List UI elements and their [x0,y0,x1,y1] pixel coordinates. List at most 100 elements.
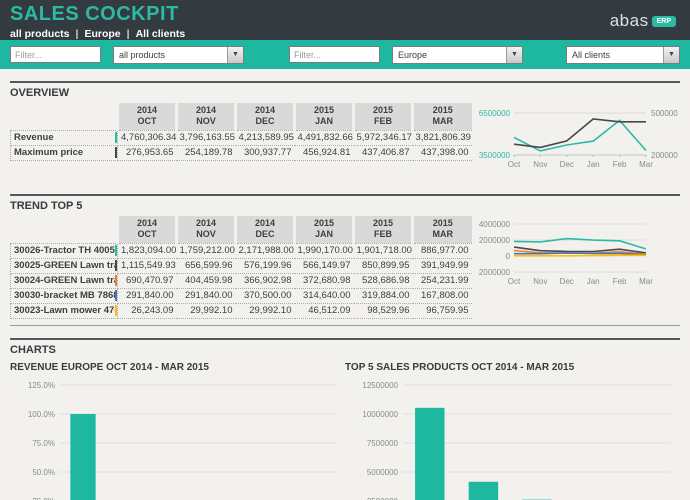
svg-text:Jan: Jan [586,277,599,286]
trend-section-title: TREND TOP 5 [10,200,680,212]
region-select[interactable]: Europe ▼ [392,46,523,64]
breadcrumb-separator: | [76,28,79,40]
svg-text:50.0%: 50.0% [32,468,55,477]
svg-text:-2000000: -2000000 [478,268,511,277]
svg-text:200000: 200000 [651,151,678,160]
top5-products-bar-chart: 1250000010000000750000050000002500000030… [345,375,680,500]
series-color-marker [115,275,118,286]
series-color-marker [115,147,118,158]
cell-value: 2,171,988.00 [236,243,295,258]
svg-text:Dec: Dec [559,160,573,169]
series-color-marker [115,290,118,301]
charts-section: CHARTS REVENUE EUROPE OCT 2014 - MAR 201… [10,338,680,500]
svg-text:Mar: Mar [639,160,653,169]
table-row: 30025-GREEN Lawn tractor TA 5011,115,549… [11,258,472,273]
row-label: Revenue [11,130,118,145]
row-label: Maximum price [11,145,118,160]
client-select[interactable]: All clients ▼ [566,46,680,64]
svg-text:Oct: Oct [507,277,520,286]
page-title: SALES COCKPIT [10,3,680,26]
series-color-marker [115,132,118,143]
row-label: 30024-GREEN Lawn tractor TA 102 [11,273,118,288]
cell-value: 254,189.78 [177,145,236,160]
cell-value: 319,884.00 [354,288,413,303]
breadcrumb-item[interactable]: All clients [136,28,186,40]
cell-value: 4,213,589.95 [236,130,295,145]
table-row: 30026-Tractor TH 40051,823,094.001,759,2… [11,243,472,258]
charts-section-title: CHARTS [10,344,680,356]
row-label: 30023-Lawn mower 47cm 2.0 hp engine [11,303,118,318]
cell-value: 370,500.00 [236,288,295,303]
cell-value: 254,231.99 [413,273,472,288]
revenue-europe-chart-block: REVENUE EUROPE OCT 2014 - MAR 2015 125.0… [10,360,345,500]
cell-value: 29,992.10 [177,303,236,318]
cell-value: 276,953.65 [118,145,177,160]
app-header: SALES COCKPIT all products|Europe|All cl… [0,0,690,40]
cell-value: 300,937.77 [236,145,295,160]
svg-text:Dec: Dec [559,277,573,286]
overview-line-chart: 65000003500000500000200000OctNovDecJanFe… [472,103,686,182]
month-column-header: 2014DEC [236,216,295,243]
row-label: 30030-bracket MB 78687687 [11,288,118,303]
product-filter-input[interactable] [10,46,101,63]
month-column-header: 2015FEB [354,103,413,130]
cell-value: 456,924.81 [295,145,354,160]
cell-value: 29,992.10 [236,303,295,318]
svg-text:Jan: Jan [586,160,599,169]
svg-text:3500000: 3500000 [478,151,510,160]
table-row: 30030-bracket MB 78687687291,840.00291,8… [11,288,472,303]
svg-text:Nov: Nov [533,160,547,169]
series-color-marker [115,305,118,316]
client-select-value: All clients [567,47,663,63]
cell-value: 1,115,549.93 [118,258,177,273]
svg-text:Oct: Oct [507,160,520,169]
cell-value: 5,972,346.17 [354,130,413,145]
trend-table: 2014OCT2014NOV2014DEC2015JAN2015FEB2015M… [10,216,472,319]
cell-value: 291,840.00 [118,288,177,303]
cell-value: 3,821,806.39 [413,130,472,145]
cell-value: 4,760,306.34 [118,130,177,145]
breadcrumb-item[interactable]: all products [10,28,70,40]
logo-text: abas [610,11,649,31]
svg-text:25.0%: 25.0% [32,497,55,500]
series-color-marker [115,260,118,271]
main-content: OVERVIEW 2014OCT2014NOV2014DEC2015JAN201… [0,81,690,500]
svg-text:Feb: Feb [612,277,626,286]
svg-text:5000000: 5000000 [367,468,399,477]
svg-text:0: 0 [505,252,510,261]
row-label: 30026-Tractor TH 4005 [11,243,118,258]
month-column-header: 2015MAR [413,103,472,130]
revenue-europe-chart-title: REVENUE EUROPE OCT 2014 - MAR 2015 [10,362,345,373]
svg-text:100.0%: 100.0% [28,410,55,419]
cell-value: 372,680.98 [295,273,354,288]
svg-text:7500000: 7500000 [367,439,399,448]
cell-value: 437,406.87 [354,145,413,160]
cell-value: 366,902.98 [236,273,295,288]
trend-section: TREND TOP 5 2014OCT2014NOV2014DEC2015JAN… [10,194,680,326]
cell-value: 46,512.09 [295,303,354,318]
cell-value: 26,243.09 [118,303,177,318]
svg-text:6500000: 6500000 [478,109,510,118]
cell-value: 528,686.98 [354,273,413,288]
chevron-down-icon: ▼ [663,47,679,63]
cell-value: 3,796,163.55 [177,130,236,145]
svg-text:Feb: Feb [612,160,626,169]
revenue-europe-bar-chart: 125.0%100.0%75.0%50.0%25.0%0.0%WesternEu… [10,375,345,500]
cell-value: 1,759,212.00 [177,243,236,258]
cell-value: 656,599.96 [177,258,236,273]
top5-products-chart-block: TOP 5 SALES PRODUCTS OCT 2014 - MAR 2015… [345,360,680,500]
cell-value: 437,398.00 [413,145,472,160]
cell-value: 314,640.00 [295,288,354,303]
cell-value: 1,990,170.00 [295,243,354,258]
month-column-header: 2015JAN [295,216,354,243]
top5-products-chart-title: TOP 5 SALES PRODUCTS OCT 2014 - MAR 2015 [345,362,680,373]
kpi-table: 2014OCT2014NOV2014DEC2015JAN2015FEB2015M… [10,216,472,319]
region-select-value: Europe [393,47,506,63]
breadcrumb-item[interactable]: Europe [84,28,120,40]
month-column-header: 2015FEB [354,216,413,243]
region-filter-input[interactable] [289,46,380,63]
product-select[interactable]: all products ▼ [113,46,244,64]
chevron-down-icon: ▼ [227,47,243,63]
overview-table: 2014OCT2014NOV2014DEC2015JAN2015FEB2015M… [10,103,472,182]
cell-value: 391,949.99 [413,258,472,273]
